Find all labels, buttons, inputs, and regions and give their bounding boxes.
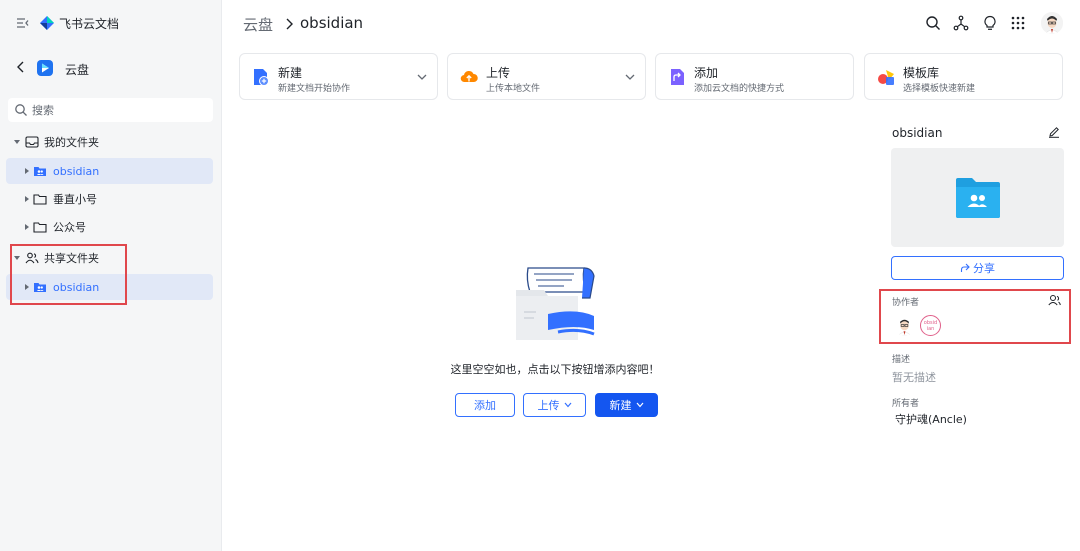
chevron-down-icon[interactable] <box>417 73 427 81</box>
chevron-down-icon <box>636 402 643 408</box>
description-label: 描述 <box>892 355 911 365</box>
tree-label: obsidian <box>53 164 100 178</box>
card-subtitle: 选择模板快速新建 <box>903 84 976 94</box>
upload-cloud-icon <box>460 70 478 83</box>
apps-grid-icon[interactable] <box>1010 15 1026 31</box>
owner-value: 守护魂(Ancle) <box>895 413 967 426</box>
chevron-down-icon[interactable] <box>625 73 635 81</box>
template-icon <box>878 70 894 85</box>
folder-icon <box>33 222 47 233</box>
caret-right-icon[interactable] <box>23 167 31 175</box>
search-icon[interactable] <box>925 15 941 31</box>
brand-name: 飞书云文档 <box>59 17 120 31</box>
card-title: 添加 <box>694 66 719 80</box>
caret-right-icon[interactable] <box>23 223 31 231</box>
add-shortcut-card[interactable]: 添加 添加云文档的快捷方式 <box>655 53 854 100</box>
card-title: 模板库 <box>903 66 940 80</box>
empty-folder-illustration <box>516 267 595 340</box>
user-avatar-icon <box>1041 12 1063 34</box>
share-button-label: 分享 <box>973 262 995 275</box>
card-title: 上传 <box>486 66 511 80</box>
back-icon[interactable] <box>14 60 28 74</box>
collapse-sidebar-icon[interactable] <box>16 16 30 30</box>
breadcrumb-current: obsidian <box>300 14 364 32</box>
user-avatar[interactable] <box>1041 12 1063 34</box>
card-title: 新建 <box>278 66 303 80</box>
cloud-drive-logo-icon <box>37 60 53 76</box>
card-subtitle: 新建文档开始协作 <box>278 84 351 94</box>
add-button-label: 添加 <box>474 399 496 412</box>
card-subtitle: 添加云文档的快捷方式 <box>694 84 785 94</box>
folder-icon <box>33 194 47 205</box>
tree-label: 我的文件夹 <box>44 136 99 149</box>
edit-pencil-icon[interactable] <box>1048 126 1060 138</box>
graph-icon[interactable] <box>953 15 969 31</box>
upload-card[interactable]: 上传 上传本地文件 <box>447 53 646 100</box>
breadcrumb-root[interactable]: 云盘 <box>243 14 273 35</box>
description-value[interactable]: 暂无描述 <box>892 369 936 385</box>
tree-label: 公众号 <box>53 221 86 234</box>
new-doc-icon <box>254 69 269 86</box>
owner-label: 所有者 <box>892 399 920 409</box>
create-button-label: 新建 <box>609 399 632 412</box>
cloud-drive-title: 云盘 <box>65 63 90 77</box>
tree-item-vertical-account[interactable]: 垂直小号 <box>6 186 213 212</box>
add-button[interactable]: 添加 <box>455 393 515 417</box>
tree-label: 垂直小号 <box>53 193 97 206</box>
upload-button-label: 上传 <box>537 399 560 412</box>
caret-right-icon[interactable] <box>23 195 31 203</box>
share-icon <box>960 263 970 272</box>
app-root: 飞书云文档 云盘 我的文件夹 <box>0 0 1080 551</box>
caret-down-icon[interactable] <box>13 138 21 146</box>
share-button[interactable]: 分享 <box>891 256 1064 280</box>
chevron-down-icon <box>564 402 571 408</box>
sidebar-search-input[interactable] <box>32 101 202 119</box>
upload-button[interactable]: 上传 <box>523 393 586 417</box>
search-icon <box>15 104 27 116</box>
breadcrumb-chevron-icon <box>286 18 293 30</box>
tree-section-my-folders[interactable]: 我的文件夹 <box>6 129 213 155</box>
shortcut-icon <box>671 69 684 85</box>
tree-item-obsidian[interactable]: obsidian <box>6 158 213 184</box>
highlight-box-collaborators <box>879 289 1071 344</box>
empty-state-message: 这里空空如也，点击以下按钮增添内容吧！ <box>450 363 660 376</box>
inbox-folder-icon <box>25 136 39 148</box>
tree-item-public-account[interactable]: 公众号 <box>6 214 213 240</box>
shared-folder-large-icon <box>956 178 1000 218</box>
shared-folder-icon <box>34 167 46 176</box>
create-button[interactable]: 新建 <box>595 393 658 417</box>
sidebar: 飞书云文档 云盘 我的文件夹 <box>0 0 222 551</box>
new-doc-card[interactable]: 新建 新建文档开始协作 <box>239 53 438 100</box>
card-subtitle: 上传本地文件 <box>486 84 541 94</box>
sidebar-search[interactable] <box>8 98 213 122</box>
highlight-box-shared-folders <box>10 244 127 305</box>
feishu-docs-logo-icon <box>40 16 54 30</box>
template-library-card[interactable]: 模板库 选择模板快速新建 <box>864 53 1063 100</box>
lightbulb-icon[interactable] <box>982 15 998 31</box>
details-folder-name: obsidian <box>892 126 943 140</box>
folder-preview <box>891 148 1064 247</box>
